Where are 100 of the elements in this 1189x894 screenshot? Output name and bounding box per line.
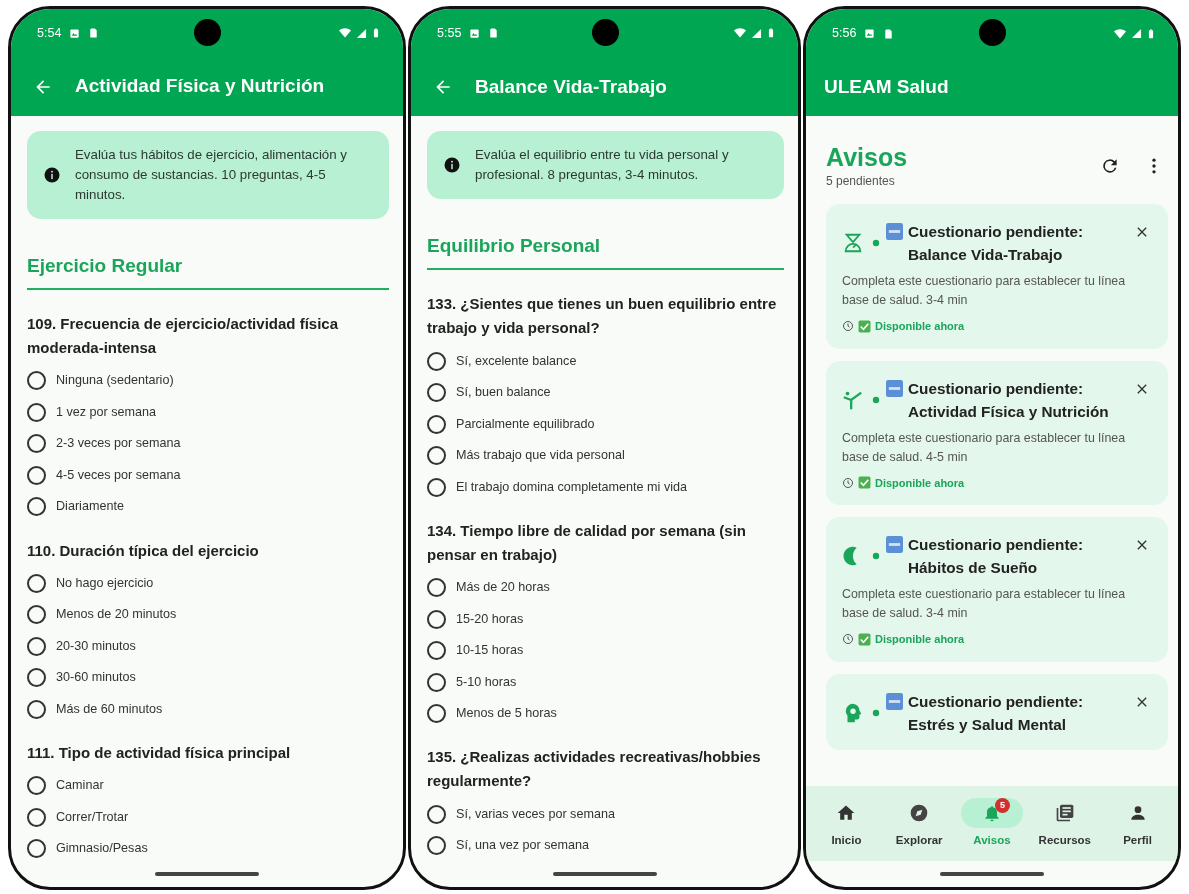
availability-text: Disponible ahora xyxy=(875,632,965,647)
option-label[interactable]: 15-20 horas xyxy=(456,609,524,629)
option-label[interactable]: Más trabajo que vida personal xyxy=(456,446,625,466)
option-label[interactable]: Correr/Trotar xyxy=(56,807,129,827)
option-label[interactable]: Gimnasio/Pesas xyxy=(56,839,148,859)
option-label[interactable]: Sí, varias veces por semana xyxy=(456,804,615,824)
option-label[interactable]: Sí, excelente balance xyxy=(456,351,577,371)
radio-button[interactable] xyxy=(427,836,446,856)
checkmark-icon xyxy=(858,476,871,490)
radio-button[interactable] xyxy=(27,497,46,517)
signal-icon xyxy=(1131,28,1142,39)
section-heading: Ejercicio Regular xyxy=(27,251,389,290)
radio-button[interactable] xyxy=(427,641,446,661)
question-text: 111. Tipo de actividad física principal xyxy=(27,743,292,763)
option-label[interactable]: Sí, buen balance xyxy=(456,383,551,403)
camera-hole xyxy=(979,19,1006,46)
question-text: 109. Frecuencia de ejercicio/actividad física moderada-intensa xyxy=(27,314,339,358)
option-label[interactable]: Menos de 5 horas xyxy=(456,704,557,724)
option-label[interactable]: 10-15 horas xyxy=(456,641,524,661)
notification-card[interactable]: Cuestionario pendiente: Balance Vida-Trabajo Completa este cuestionario para establecer tu línea base de salud. 3-4 min Disponible ahora xyxy=(826,204,1168,349)
question-text: 135. ¿Realizas actividades recreativas/hobbies regularmente? xyxy=(427,747,762,792)
radio-button[interactable] xyxy=(27,434,46,454)
radio-button[interactable] xyxy=(27,699,46,719)
wifi-icon xyxy=(733,27,747,40)
wifi-icon xyxy=(338,27,352,40)
radio-button[interactable] xyxy=(427,704,446,724)
option-label[interactable]: Más de 20 horas xyxy=(456,578,550,598)
option-label[interactable]: El trabajo domina completamente mi vida xyxy=(456,477,687,497)
option-label[interactable]: Diariamente xyxy=(56,497,124,517)
option-label[interactable]: Parcialmente equilibrado xyxy=(456,414,595,434)
app-bar-title: Balance Vida-Trabajo xyxy=(475,75,667,99)
radio-button[interactable] xyxy=(27,605,46,625)
status-time: 5:55 xyxy=(437,25,462,43)
option-label[interactable]: Más de 60 minutos xyxy=(56,699,163,719)
question-text: 110. Duración típica del ejercicio xyxy=(27,540,260,561)
info-icon xyxy=(43,165,61,184)
radio-button[interactable] xyxy=(427,351,446,371)
status-time: 5:54 xyxy=(37,25,62,42)
question-text: 134. Tiempo libre de calidad por semana (sin pensar en trabajo) xyxy=(427,520,747,565)
option-label[interactable]: 1 vez por semana xyxy=(56,402,157,422)
radio-button[interactable] xyxy=(27,807,46,827)
picture-icon xyxy=(69,27,81,39)
option-label[interactable]: 30-60 minutos xyxy=(56,668,136,688)
radio-button[interactable] xyxy=(27,402,46,422)
radio-button[interactable] xyxy=(427,477,446,497)
option-label[interactable]: 20-30 minutos xyxy=(56,636,136,656)
camera-hole xyxy=(591,19,619,46)
notification-card[interactable]: Cuestionario pendiente: Hábitos de Sueño Completa este cuestionario para establecer tu línea base de salud. 3-4 min Disponible ahora xyxy=(826,517,1168,662)
picture-icon xyxy=(864,28,876,39)
option-label[interactable]: 5-10 horas xyxy=(456,672,517,692)
option-label[interactable]: Ninguna (sedentario) xyxy=(56,371,174,391)
new-badge-icon xyxy=(886,223,903,240)
option-label[interactable]: Menos de 20 minutos xyxy=(56,605,177,625)
radio-button[interactable] xyxy=(27,371,46,391)
picture-icon xyxy=(469,28,481,39)
wifi-icon xyxy=(1113,27,1127,40)
unread-dot-icon xyxy=(872,395,880,404)
info-icon xyxy=(443,155,461,174)
sd-card-icon xyxy=(883,27,895,40)
radio-button[interactable] xyxy=(427,414,446,434)
home-indicator[interactable] xyxy=(155,872,259,877)
count-badge: 5 xyxy=(995,797,1010,813)
sd-card-icon xyxy=(88,27,100,40)
radio-button[interactable] xyxy=(27,636,46,656)
option-label[interactable]: Caminar xyxy=(56,776,104,796)
notification-title: Cuestionario pendiente: Actividad Física y Nutrición xyxy=(908,378,1110,422)
info-text: Evalúa tus hábitos de ejercicio, alimentación y consumo de sustancias. 10 preguntas, 4-5 minutos. xyxy=(75,145,348,204)
nav-tab[interactable]: Explorar xyxy=(882,797,956,850)
unread-dot-icon xyxy=(872,239,880,247)
notification-card[interactable]: Cuestionario pendiente: Actividad Física y Nutrición Completa este cuestionario para establecer tu línea base de salud. 4-5 min Disponible ahora xyxy=(826,360,1168,505)
radio-button[interactable] xyxy=(27,668,46,688)
nav-tab[interactable]: Perfil xyxy=(1101,797,1174,850)
notification-description: Completa este cuestionario para establecer tu línea base de salud. 3-4 min xyxy=(842,273,1127,309)
option-label[interactable]: No hago ejercicio xyxy=(56,573,154,593)
nav-tab[interactable]: Recursos xyxy=(1028,797,1102,850)
scale-icon xyxy=(842,232,864,254)
radio-button[interactable] xyxy=(427,804,446,824)
radio-button[interactable] xyxy=(427,578,446,598)
option-label[interactable]: 4-5 veces por semana xyxy=(56,465,181,485)
radio-button[interactable] xyxy=(427,446,446,466)
radio-button[interactable] xyxy=(427,609,446,629)
new-badge-icon xyxy=(886,536,903,553)
nav-tab[interactable]: Inicio xyxy=(810,797,883,850)
notification-card[interactable]: Cuestionario pendiente: Estrés y Salud Mental xyxy=(826,673,1168,750)
radio-button[interactable] xyxy=(27,776,46,796)
radio-button[interactable] xyxy=(27,839,46,859)
nav-tab[interactable]: 5 Avisos xyxy=(955,797,1029,850)
notification-description: Completa este cuestionario para establecer tu línea base de salud. 3-4 min xyxy=(842,586,1127,622)
radio-button[interactable] xyxy=(27,573,46,593)
option-label[interactable]: 2-3 veces por semana xyxy=(56,434,181,454)
radio-button[interactable] xyxy=(27,465,46,485)
camera-hole xyxy=(194,19,221,46)
checkmark-icon xyxy=(858,319,871,333)
app-bar-title: Actividad Física y Nutrición xyxy=(75,75,325,99)
radio-button[interactable] xyxy=(427,672,446,692)
radio-button[interactable] xyxy=(427,383,446,403)
compass-icon xyxy=(909,802,930,823)
refresh-icon[interactable] xyxy=(1100,156,1120,176)
newspaper-icon xyxy=(1054,802,1075,823)
option-label[interactable]: Sí, una vez por semana xyxy=(456,836,589,856)
